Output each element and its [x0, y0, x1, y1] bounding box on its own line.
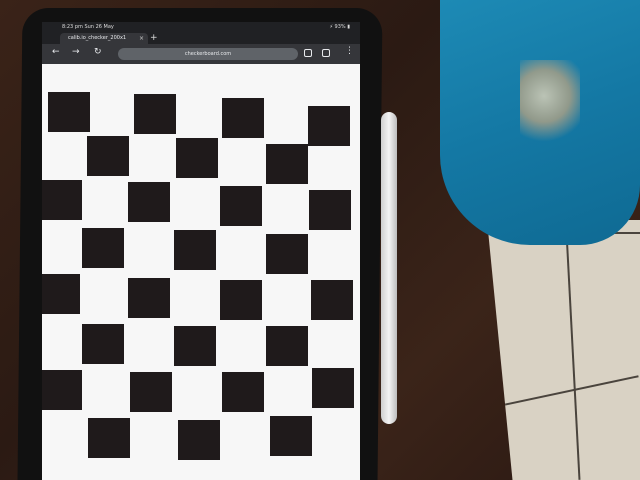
checker-square — [82, 228, 124, 268]
checker-square — [311, 280, 353, 320]
checker-square — [176, 138, 218, 178]
floor-grout-line — [499, 375, 639, 407]
stylus-pencil — [381, 112, 397, 424]
checker-square — [42, 370, 82, 410]
checker-square — [82, 324, 124, 364]
checker-square — [174, 230, 216, 270]
checker-square — [266, 144, 308, 184]
checker-square — [88, 418, 130, 458]
tablet-screen: 8:23 pm Sun 26 May ⚡ 93% ▮ calib.io_chec… — [42, 22, 360, 480]
checker-square — [178, 420, 220, 460]
checkerboard — [42, 22, 360, 480]
checker-square — [308, 106, 350, 146]
floor-grout-line — [565, 232, 581, 480]
checker-square — [222, 98, 264, 138]
checker-square — [222, 372, 264, 412]
checker-square — [220, 186, 262, 226]
checker-square — [266, 234, 308, 274]
checker-square — [309, 190, 351, 230]
checker-square — [130, 372, 172, 412]
checker-square — [87, 136, 129, 176]
checker-square — [220, 280, 262, 320]
checker-square — [128, 182, 170, 222]
checker-square — [312, 368, 354, 408]
checker-square — [134, 94, 176, 134]
bag-fold — [520, 60, 580, 150]
checker-square — [266, 326, 308, 366]
checker-square — [42, 274, 80, 314]
checker-square — [270, 416, 312, 456]
checker-square — [42, 180, 82, 220]
checker-square — [174, 326, 216, 366]
checker-square — [128, 278, 170, 318]
checker-square — [48, 92, 90, 132]
